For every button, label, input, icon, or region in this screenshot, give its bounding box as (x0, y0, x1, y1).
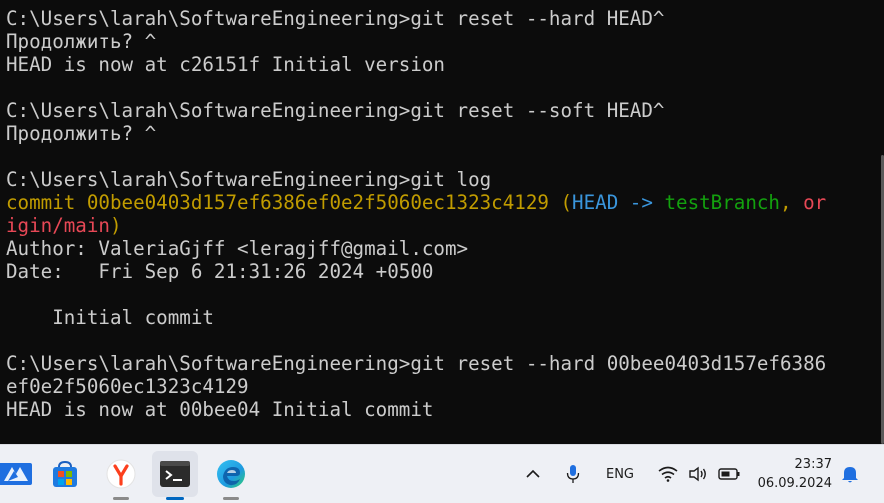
microphone-button[interactable] (561, 461, 585, 487)
language-label: ENG (605, 466, 634, 482)
show-hidden-icons-button[interactable] (521, 461, 545, 487)
clock-time: 23:37 (794, 457, 832, 472)
speaker-icon (689, 466, 706, 482)
terminal-text-segment: ) (109, 214, 122, 237)
terminal-line: Продолжить? ^ (6, 122, 156, 145)
bell-icon (842, 467, 858, 483)
terminal-window[interactable]: C:\Users\larah\SoftwareEngineering>git r… (0, 0, 884, 444)
chevron-up-icon (526, 469, 540, 478)
terminal-text-segment: Продолжить? ^ (6, 122, 157, 145)
wifi-status[interactable] (656, 461, 680, 487)
wifi-icon (658, 466, 678, 482)
terminal-line: igin/main) (6, 214, 122, 237)
terminal-text-segment: C:\Users\larah\SoftwareEngineering>git r… (6, 99, 665, 122)
terminal-text-segment: Author: ValeriaGjff <leragjff@gmail.com> (6, 237, 469, 260)
terminal-line: C:\Users\larah\SoftwareEngineering>git l… (6, 168, 491, 191)
terminal-text-segment: Date: Fri Sep 6 21:31:26 2024 +0500 (6, 260, 434, 283)
edge-icon (217, 460, 245, 488)
taskbar: ENG 23:37 06.09.2024 (0, 444, 884, 503)
terminal-line: Initial commit (6, 306, 214, 329)
terminal-line: commit 00bee0403d157ef6386ef0e2f5060ec13… (6, 191, 826, 214)
terminal-line: Author: ValeriaGjff <leragjff@gmail.com> (6, 237, 468, 260)
store-button[interactable] (42, 451, 88, 497)
clock-date: 06.09.2024 (757, 476, 832, 491)
terminal-icon (160, 461, 190, 487)
terminal-text-segment: ef0e2f5060ec1323c4129 (6, 375, 249, 398)
active-indicator (166, 497, 184, 500)
terminal-line: Продолжить? ^ (6, 30, 156, 53)
widgets-button[interactable] (0, 451, 38, 497)
terminal-text-segment: C:\Users\larah\SoftwareEngineering>git r… (6, 7, 665, 30)
battery-status[interactable] (716, 461, 742, 487)
terminal-text-segment: C:\Users\larah\SoftwareEngineering>git r… (6, 352, 827, 375)
widgets-icon (0, 463, 32, 485)
terminal-line: HEAD is now at c26151f Initial version (6, 53, 445, 76)
terminal-text-segment: igin/main (6, 214, 110, 237)
terminal-taskbar-button[interactable] (152, 451, 198, 500)
terminal-text-segment: HEAD -> (572, 191, 665, 214)
terminal-line: Date: Fri Sep 6 21:31:26 2024 +0500 (6, 260, 433, 283)
terminal-text-segment: HEAD is now at 00bee04 Initial commit (6, 398, 434, 421)
terminal-text-segment: Продолжить? ^ (6, 30, 157, 53)
yandex-browser-button[interactable] (98, 451, 144, 500)
edge-button[interactable] (208, 451, 254, 500)
terminal-text-segment: Initial commit (6, 306, 214, 329)
terminal-text-segment: testBranch (664, 191, 780, 214)
battery-icon (718, 468, 740, 480)
terminal-text-segment: HEAD is now at c26151f Initial version (6, 53, 445, 76)
notifications-button[interactable] (838, 461, 862, 487)
store-icon (53, 460, 77, 487)
terminal-line: HEAD is now at 00bee04 Initial commit (6, 398, 433, 421)
terminal-text-segment: or (803, 191, 827, 214)
running-indicator (223, 497, 239, 500)
volume-status[interactable] (686, 461, 710, 487)
terminal-line: ef0e2f5060ec1323c4129 (6, 375, 249, 398)
language-indicator[interactable]: ENG (600, 461, 640, 487)
terminal-text-segment: C:\Users\larah\SoftwareEngineering>git l… (6, 168, 492, 191)
yandex-browser-icon (106, 459, 136, 489)
microphone-icon (566, 465, 580, 483)
terminal-line: C:\Users\larah\SoftwareEngineering>git r… (6, 99, 664, 122)
terminal-text-segment: , (780, 191, 804, 214)
terminal-line: C:\Users\larah\SoftwareEngineering>git r… (6, 7, 664, 30)
terminal-text-segment: commit 00bee0403d157ef6386ef0e2f5060ec13… (6, 191, 573, 214)
running-indicator (113, 497, 129, 500)
terminal-line: C:\Users\larah\SoftwareEngineering>git r… (6, 352, 826, 375)
clock[interactable]: 23:37 06.09.2024 (758, 455, 832, 493)
